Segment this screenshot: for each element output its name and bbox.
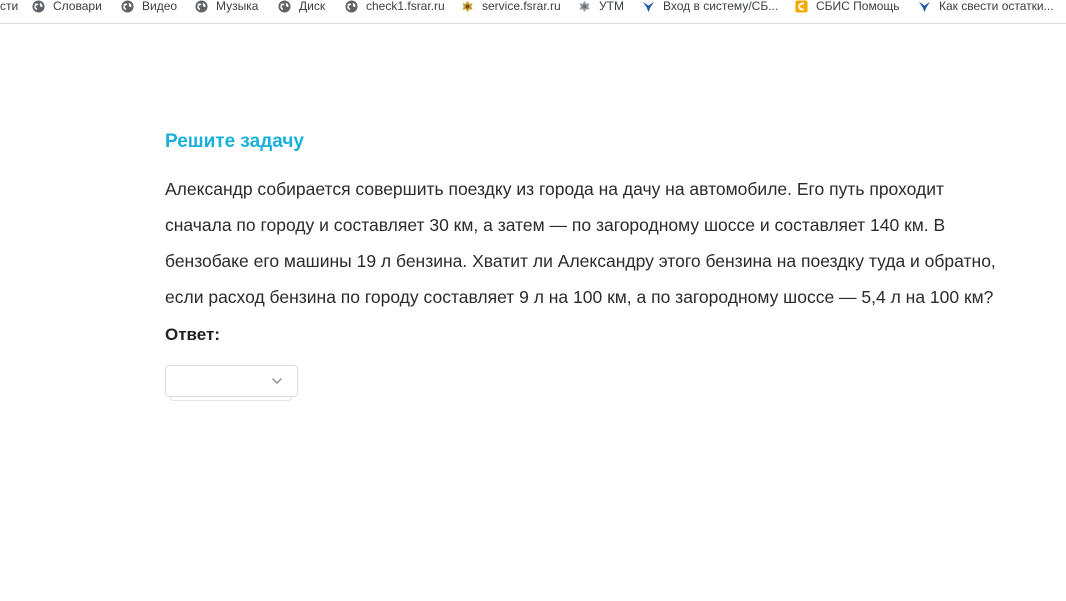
bookmark-item[interactable]: check1.fsrar.ru [345, 0, 445, 13]
bookmark-item[interactable]: Видео [121, 0, 178, 13]
bookmark-item[interactable]: Словари [32, 0, 102, 13]
bookmark-item[interactable]: Как свести остатки... [918, 0, 1054, 12]
bookmark-label: Диск [299, 0, 326, 13]
bird-icon [918, 1, 931, 12]
sbis-icon [795, 0, 808, 13]
bookmark-label: Музыка [216, 0, 259, 13]
chevron-down-icon [272, 378, 282, 384]
globe-icon [32, 0, 45, 13]
bookmark-label: СБИС Помощь [816, 0, 900, 13]
bookmark-item[interactable]: СБИС Помощь [795, 0, 900, 13]
bookmark-label: Видео [142, 0, 178, 13]
bird-icon [642, 1, 655, 12]
bookmark-item[interactable]: УТМ [578, 0, 624, 12]
answer-label: Ответ: [165, 325, 220, 344]
bookmark-label: сти [0, 0, 19, 13]
bookmark-item[interactable]: Вход в систему/СБ... [642, 0, 778, 12]
bookmark-label: check1.fsrar.ru [366, 0, 445, 13]
bookmarks-bar: сти Словари Видео Музыка Диск check1.fsr… [0, 0, 1066, 24]
bookmark-label: Вход в систему/СБ... [663, 0, 779, 13]
bookmark-label: УТМ [599, 0, 624, 13]
bookmark-item[interactable]: сти [0, 0, 18, 12]
globe-icon [278, 0, 291, 13]
bookmark-item[interactable]: Музыка [195, 0, 259, 13]
bookmark-label: Как свести остатки... [939, 0, 1054, 13]
globe-icon [121, 0, 134, 13]
bookmark-item[interactable]: service.fsrar.ru [461, 0, 561, 12]
answer-select[interactable] [165, 365, 298, 397]
globe-icon [195, 0, 208, 13]
task-title: Решите задачу [165, 131, 304, 152]
bookmark-item[interactable]: Диск [278, 0, 326, 13]
globe-icon [345, 0, 358, 13]
emblem-icon [579, 0, 590, 12]
task-card: Решите задачу Александр собирается совер… [165, 128, 1005, 405]
bookmark-label: Словари [53, 0, 102, 13]
answer-select-wrap [165, 365, 298, 405]
task-text: Александр собирается совершить поездку и… [165, 179, 996, 307]
select-shadow [170, 397, 292, 401]
bookmark-label: service.fsrar.ru [482, 0, 561, 13]
emblem-icon [462, 0, 473, 12]
